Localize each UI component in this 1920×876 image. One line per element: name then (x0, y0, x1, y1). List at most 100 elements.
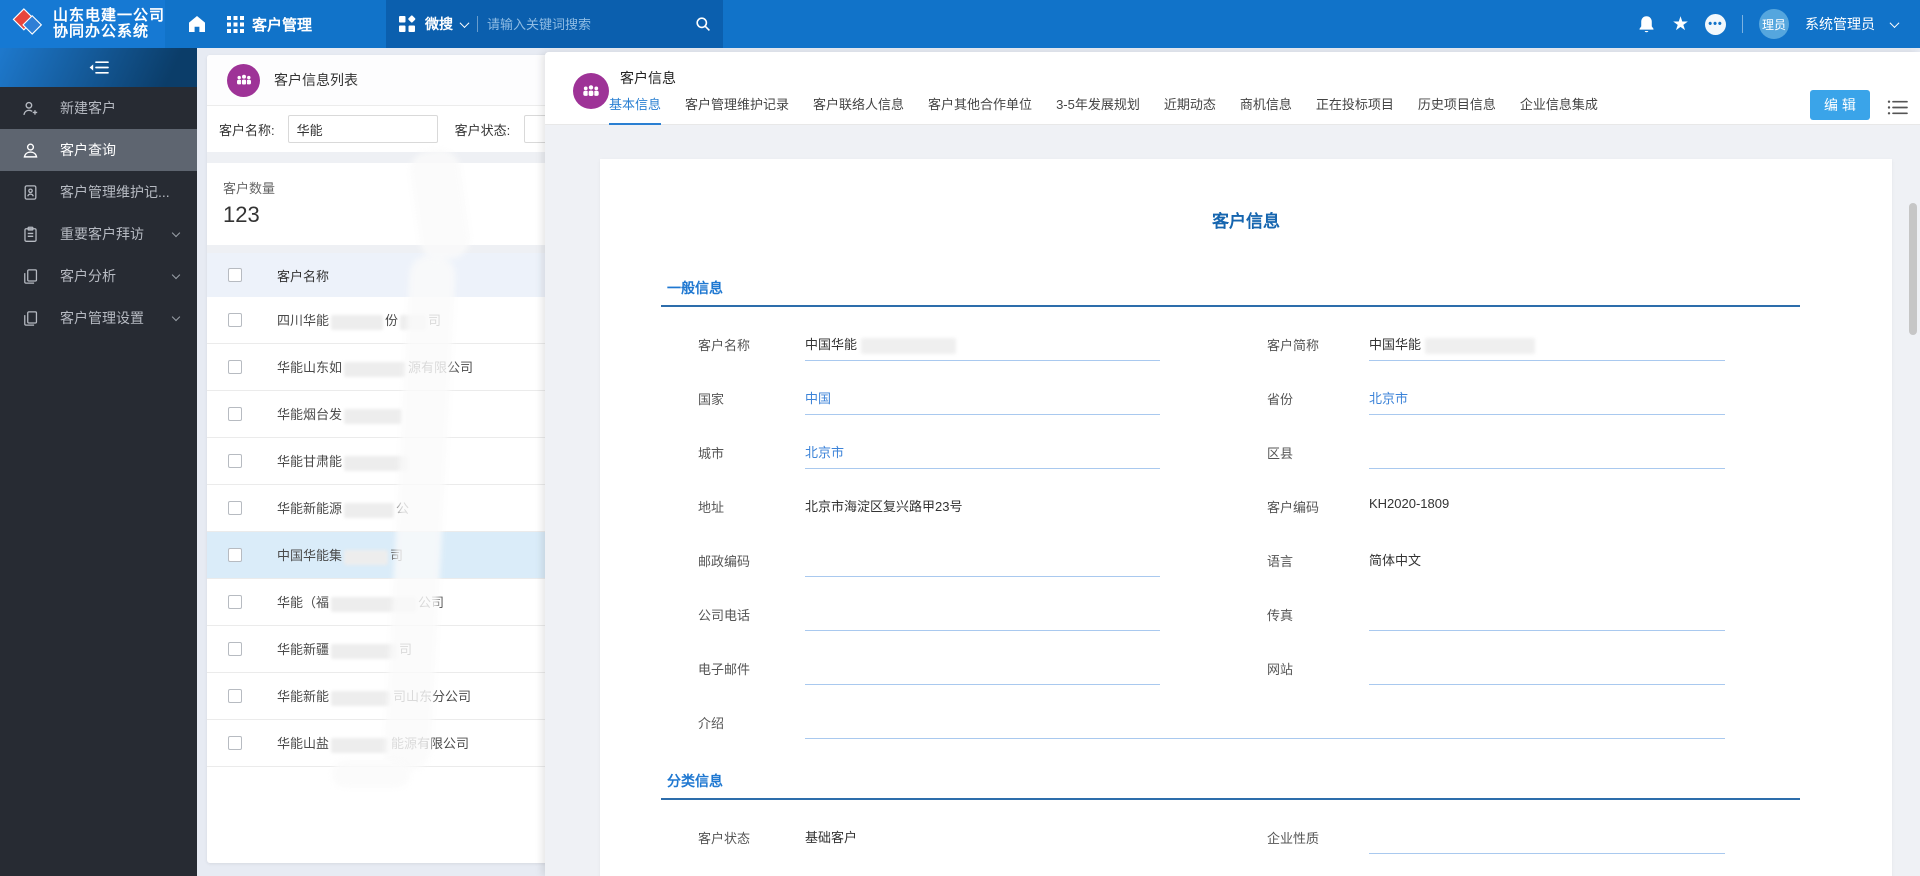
sidebar-item-5[interactable]: 客户分析 (0, 255, 197, 297)
tab-7[interactable]: 商机信息 (1240, 94, 1292, 125)
customer-count-value: 123 (223, 202, 260, 227)
tab-4[interactable]: 客户其他合作单位 (928, 94, 1032, 125)
blur-patch (331, 314, 384, 330)
customer-name: 中国华能集司 (277, 548, 404, 565)
app-title: 山东电建一公司 协同办公系统 (52, 7, 165, 40)
field-label: 客户名称 (698, 338, 751, 353)
widget-icon[interactable] (398, 15, 416, 33)
customer-row-10[interactable]: 华能山盐 能源有限公司 (207, 720, 548, 767)
list-view-icon[interactable] (1887, 99, 1908, 121)
customer-row-6[interactable]: 中国华能集司 (207, 532, 548, 579)
customer-count-label: 客户数量 (223, 181, 276, 196)
customers-icon (227, 63, 260, 97)
field-value (805, 595, 1160, 631)
tab-9[interactable]: 历史项目信息 (1418, 94, 1496, 125)
sidebar-item-2[interactable]: 客户查询 (0, 129, 197, 171)
customer-row-3[interactable]: 华能烟台发 (207, 391, 548, 438)
nav-app-label: 客户管理 (252, 16, 313, 34)
field-label: 邮政编码 (698, 554, 751, 569)
customer-row-1[interactable]: 四川华能份司 (207, 297, 548, 344)
field-value[interactable]: 北京市 (1369, 379, 1725, 415)
docs-icon (22, 268, 39, 285)
tab-3[interactable]: 客户联络人信息 (813, 94, 904, 125)
field-value[interactable]: 北京市 (805, 433, 1160, 469)
blur-patch (331, 737, 390, 753)
favorite-star-icon[interactable]: ★ (1672, 15, 1689, 34)
field-value (1369, 595, 1725, 631)
row-checkbox[interactable] (228, 454, 242, 468)
customer-row-2[interactable]: 华能山东如 源有限公司 (207, 344, 548, 391)
field-label: 网站 (1267, 662, 1294, 677)
customer-row-9[interactable]: 华能新能 司山东分公司 (207, 673, 548, 720)
customer-name: 华能烟台发 (277, 404, 404, 424)
row-checkbox[interactable] (228, 360, 242, 374)
tab-6[interactable]: 近期动态 (1164, 94, 1216, 125)
form-row: 电子邮件 网站 (698, 649, 1892, 703)
wesearch-dropdown[interactable]: 微搜 (425, 14, 470, 34)
field-value: KH2020-1809 (1369, 496, 1450, 511)
detail-header: 客户信息 基本信息 客户管理维护记录 客户联络人信息 客户其他合作单位 3-5年发展规划… (545, 52, 1920, 125)
customer-name: 华能新能源公 (277, 501, 410, 518)
customer-list: 四川华能份司华能山东如 源有限公司华能烟台发华能甘肃能华能新能源公中国华能集司华能… (207, 297, 548, 767)
avatar[interactable]: 理员 (1759, 9, 1789, 39)
sidebar-item-1[interactable]: 新建客户 (0, 87, 197, 129)
sidebar-item-4[interactable]: 重要客户拜访 (0, 213, 197, 255)
section-header: 一般信息 (661, 278, 1800, 307)
row-checkbox[interactable] (228, 736, 242, 750)
customer-row-4[interactable]: 华能甘肃能 (207, 438, 548, 485)
list-panel-title: 客户信息列表 (274, 72, 358, 88)
sidebar-collapse-button[interactable] (0, 48, 197, 87)
bell-icon[interactable] (1637, 15, 1656, 34)
username: 系统管理员 (1805, 16, 1875, 32)
tab-5[interactable]: 3-5年发展规划 (1056, 94, 1140, 125)
more-options-icon[interactable]: ••• (1705, 13, 1726, 35)
sidebar-item-label: 客户管理维护记... (60, 184, 170, 200)
search-icon[interactable] (695, 16, 711, 32)
filter-name-label: 客户名称: (219, 122, 275, 138)
chevron-down-icon (459, 17, 470, 28)
row-checkbox[interactable] (228, 642, 242, 656)
tab-8[interactable]: 正在投标项目 (1316, 94, 1394, 125)
tab-2[interactable]: 客户管理维护记录 (685, 94, 789, 125)
global-search-input[interactable] (487, 16, 687, 32)
divider (207, 152, 548, 163)
section-header: 分类信息 (661, 771, 1800, 800)
blur-patch (1425, 337, 1536, 354)
header-right-actions: ★ ••• 理员 系统管理员 (1637, 9, 1920, 39)
row-checkbox[interactable] (228, 595, 242, 609)
sidebar-item-6[interactable]: 客户管理设置 (0, 297, 197, 339)
scrollbar-thumb[interactable] (1909, 203, 1917, 335)
field-label: 企业性质 (1267, 831, 1320, 846)
row-checkbox[interactable] (228, 313, 242, 327)
chevron-down-icon (171, 228, 181, 238)
home-button[interactable] (187, 14, 207, 34)
collapse-menu-icon (89, 61, 109, 74)
field-label: 公司电话 (698, 608, 751, 623)
blur-patch (331, 596, 417, 612)
tab-1[interactable]: 基本信息 (609, 94, 662, 125)
divider (1742, 15, 1743, 33)
user-menu-chevron-icon[interactable] (1889, 17, 1900, 28)
customer-list-panel: 客户信息列表 客户名称: 客户状态: 客户数量 123 客户名称 四川华能份司华… (207, 55, 548, 863)
customer-row-8[interactable]: 华能新疆司 (207, 626, 548, 673)
form-row: 邮政编码 语言 简体中文 (698, 541, 1892, 595)
customer-name: 华能山盐 能源有限公司 (277, 736, 470, 753)
nav-current-app[interactable]: 客户管理 (227, 14, 312, 35)
row-checkbox[interactable] (228, 501, 242, 515)
edit-button[interactable]: 编 辑 (1810, 90, 1870, 120)
field-value: 中国华能 (1369, 325, 1725, 361)
filter-name-input[interactable] (287, 115, 438, 143)
select-all-checkbox[interactable] (228, 268, 242, 282)
field-value[interactable]: 中国 (805, 379, 1160, 415)
field-label: 国家 (698, 392, 725, 407)
row-checkbox[interactable] (228, 407, 242, 421)
divider (477, 16, 479, 32)
customer-row-5[interactable]: 华能新能源公 (207, 485, 548, 532)
row-checkbox[interactable] (228, 689, 242, 703)
row-checkbox[interactable] (228, 548, 242, 562)
tab-10[interactable]: 企业信息集成 (1520, 94, 1598, 125)
customer-row-7[interactable]: 华能（福 公司 (207, 579, 548, 626)
sidebar-item-3[interactable]: 客户管理维护记... (0, 171, 197, 213)
sidebar-item-label: 新建客户 (60, 100, 116, 116)
customer-form-card: 客户信息 一般信息 客户名称 中国华能 客户简称 中国华能 国家 中国 省份 北京市 城市 北京市区… (600, 159, 1892, 876)
